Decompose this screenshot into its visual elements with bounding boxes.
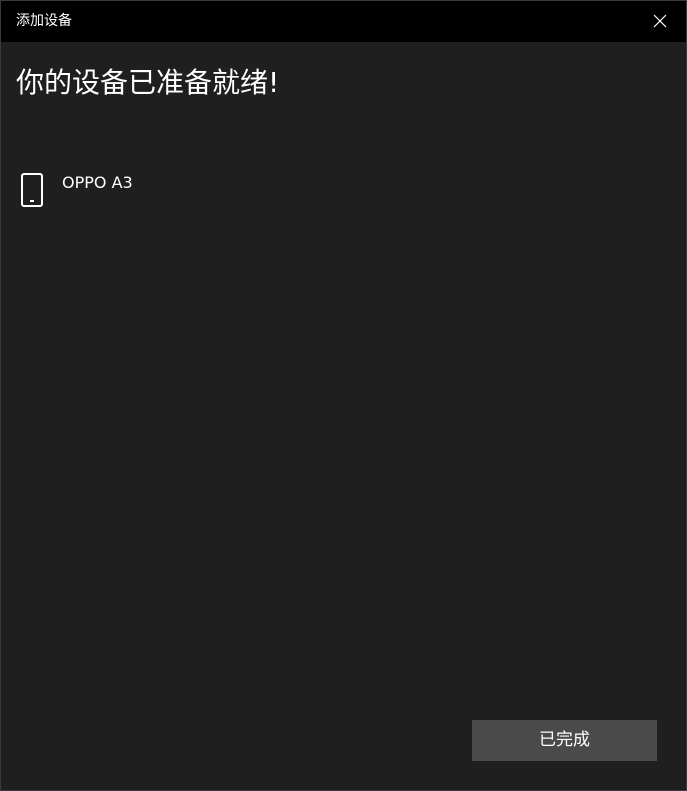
device-name: OPPO A3	[62, 173, 133, 192]
device-list-item: OPPO A3	[19, 171, 133, 207]
close-icon	[653, 14, 667, 28]
done-button[interactable]: 已完成	[472, 720, 657, 761]
window-title: 添加设备	[16, 13, 72, 29]
close-button[interactable]	[648, 9, 672, 33]
page-heading: 你的设备已准备就绪!	[16, 66, 280, 99]
add-device-dialog: 添加设备 你的设备已准备就绪! OPPO A3 已完成	[0, 0, 687, 791]
smartphone-icon	[21, 173, 43, 207]
title-bar: 添加设备	[1, 1, 686, 42]
